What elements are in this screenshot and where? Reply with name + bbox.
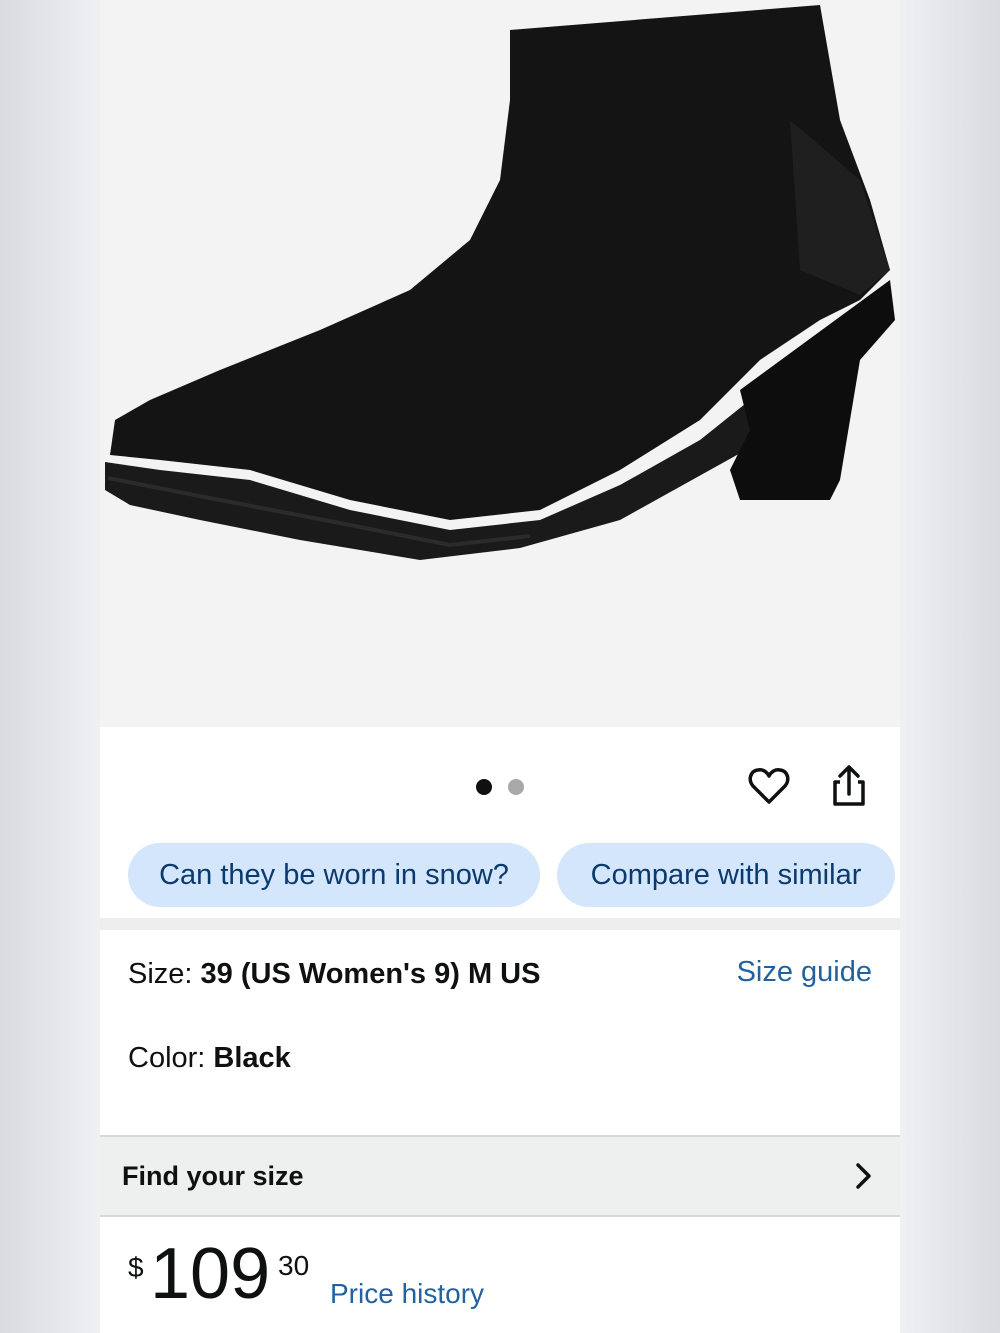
price-whole: 109: [150, 1234, 271, 1314]
question-chip-label: Can they be worn in snow?: [159, 858, 509, 891]
price-currency: $: [128, 1252, 144, 1283]
background-left: [0, 0, 100, 1333]
carousel-dot-active[interactable]: [476, 779, 492, 795]
boot-illustration: [105, 5, 895, 560]
color-selection[interactable]: Color: Black: [128, 1042, 291, 1075]
compare-chip[interactable]: Compare with similar: [557, 843, 895, 907]
chevron-right-icon: [854, 1161, 874, 1191]
price-fraction: 30: [278, 1250, 310, 1281]
question-chip[interactable]: Can they be worn in snow?: [128, 843, 540, 907]
size-selection[interactable]: Size: 39 (US Women's 9) M US: [128, 958, 540, 991]
color-label: Color:: [128, 1042, 214, 1074]
color-value: Black: [213, 1042, 291, 1074]
size-value: 39 (US Women's 9) M US: [200, 958, 541, 990]
product-image[interactable]: [100, 0, 900, 727]
product-panel: Can they be worn in snow? Compare with s…: [100, 0, 900, 1333]
heart-icon[interactable]: [747, 764, 791, 808]
size-label: Size:: [128, 958, 201, 990]
compare-chip-label: Compare with similar: [590, 858, 862, 891]
carousel-dot[interactable]: [508, 779, 524, 795]
find-your-size-label: Find your size: [122, 1161, 304, 1191]
price-history-link[interactable]: Price history: [330, 1278, 484, 1310]
find-your-size-row[interactable]: Find your size: [100, 1135, 900, 1217]
carousel-indicator: [476, 779, 524, 795]
background-right: [900, 0, 1000, 1333]
size-guide-link[interactable]: Size guide: [737, 956, 872, 989]
share-icon[interactable]: [827, 764, 871, 808]
section-divider: [100, 918, 900, 930]
